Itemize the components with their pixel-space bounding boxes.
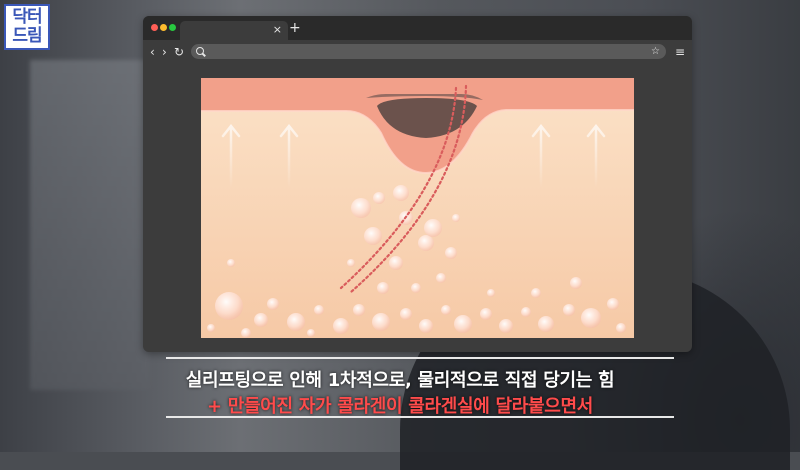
back-icon[interactable]: ‹: [150, 44, 155, 60]
browser-tab[interactable]: ×: [180, 21, 288, 40]
browser-window: × + ‹ › ↻ ☆ ≡: [143, 16, 692, 352]
tab-close-icon[interactable]: ×: [273, 23, 282, 37]
logo-line-2: 드림: [12, 26, 42, 46]
subtitle-top-rule: [166, 357, 674, 359]
bookmark-star-icon[interactable]: ☆: [651, 44, 660, 59]
forward-icon[interactable]: ›: [162, 44, 167, 60]
subtitle-bottom-rule: [166, 416, 674, 418]
background-window-blur: [30, 60, 150, 390]
new-tab-icon[interactable]: +: [289, 20, 301, 36]
navigation-bar: ‹ › ↻ ☆ ≡: [143, 40, 692, 64]
minimize-window-dot[interactable]: [160, 24, 167, 31]
channel-logo: 닥터 드림: [4, 4, 50, 50]
subtitle-line-2: + 만들어진 자가 콜라겐이 콜라겐실에 달라붙으면서: [206, 396, 594, 417]
subtitle-line-1: 실리프팅으로 인해 1차적으로, 물리적으로 직접 당기는 힘: [185, 370, 615, 391]
reload-icon[interactable]: ↻: [174, 44, 184, 60]
address-bar[interactable]: ☆: [191, 44, 666, 59]
close-window-dot[interactable]: [151, 24, 158, 31]
tab-bar: × +: [143, 16, 692, 40]
skin-lifting-illustration: [201, 78, 634, 338]
search-icon: [196, 47, 204, 55]
logo-line-1: 닥터: [12, 7, 42, 27]
menu-icon[interactable]: ≡: [675, 44, 685, 60]
maximize-window-dot[interactable]: [169, 24, 176, 31]
